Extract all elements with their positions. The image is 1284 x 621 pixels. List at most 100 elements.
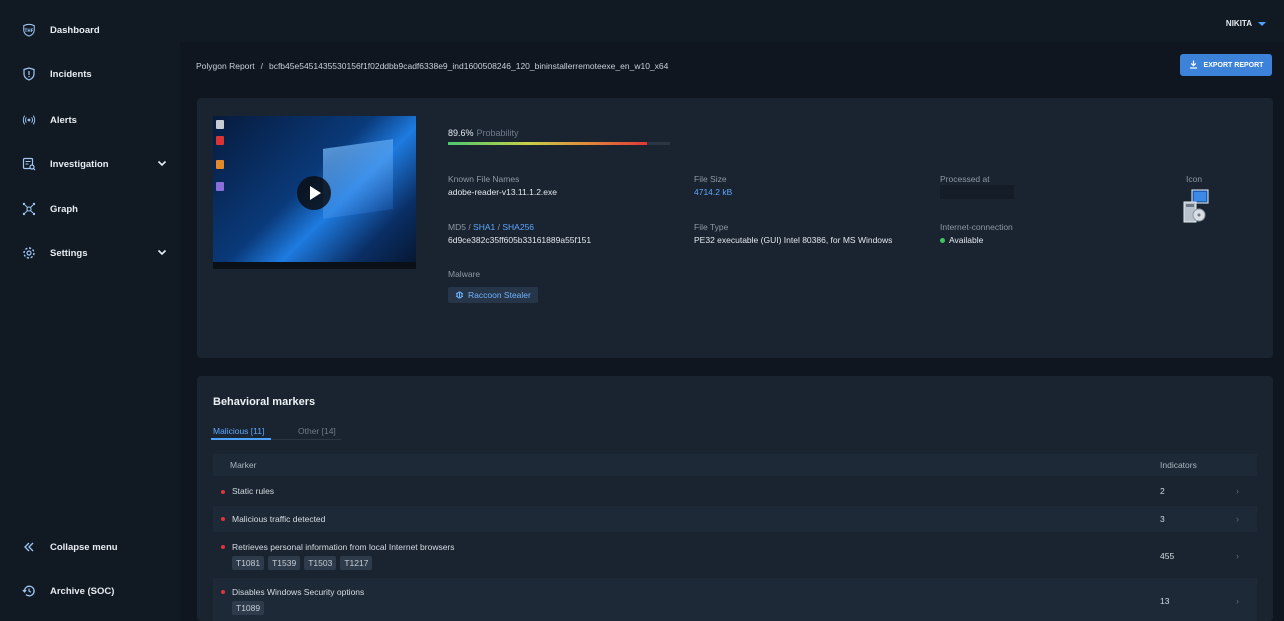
chevron-down-icon[interactable] [156,246,168,258]
technique-tag[interactable]: T1503 [304,556,337,570]
chevron-down-icon[interactable] [156,157,168,169]
archive-history-icon [22,584,36,598]
sidebar-item-label: Incidents [50,68,92,80]
marker-name: Malicious traffic detected [232,514,326,524]
file-type-value: PE32 executable (GUI) Intel 80386, for M… [694,235,893,245]
sha256-link[interactable]: SHA256 [502,222,534,232]
status-dot [940,238,945,244]
desktop-app-icon [216,136,224,145]
file-type-label: File Type [694,222,729,232]
caret-down-icon [1258,21,1266,26]
table-row[interactable]: Disables Windows Security options T1089 … [213,578,1257,621]
indicator-count: 13 [1160,596,1170,606]
sidebar-item-label: Dashboard [50,24,100,36]
processed-at-label: Processed at [940,174,990,184]
sidebar-item-graph[interactable]: Graph [0,192,180,226]
table-row[interactable]: Retrieves personal information from loca… [213,536,1257,574]
sidebar-item-archive[interactable]: Archive (SOC) [0,574,180,608]
graph-icon [22,202,36,216]
play-button[interactable] [297,176,331,210]
breadcrumb: Polygon Report / bcfb45e5451435530156f1f02… [196,61,668,71]
sidebar-item-label: Investigation [50,158,109,170]
severity-dot [221,590,225,594]
probability-readout: 89.6% Probability [448,128,519,138]
export-report-label: EXPORT REPORT [1203,61,1264,69]
chevron-right-icon: › [1236,596,1239,606]
probability-bar-fill [448,142,647,145]
sidebar-item-label: Settings [50,247,88,259]
marker-name: Retrieves personal information from loca… [232,542,455,552]
user-name: NIKITA [1225,19,1252,28]
probability-bar [448,142,670,145]
tab-other[interactable]: Other [14] [298,426,336,436]
severity-dot [221,490,225,494]
download-icon [1189,60,1198,71]
sidebar-item-incidents[interactable]: Incidents [0,57,180,91]
technique-tag[interactable]: T1081 [232,556,265,570]
gear-icon [22,246,36,260]
internet-connection-label: Internet-connection [940,222,1013,232]
broadcast-icon [22,113,36,127]
table-row[interactable]: Static rules 2 › [213,480,1257,504]
table-row[interactable]: Malicious traffic detected 3 › [213,506,1257,532]
probability-label: Probability [476,128,519,138]
severity-dot [221,545,225,549]
chevron-right-icon: › [1236,551,1239,561]
technique-tags: T1081 T1539 T1503 T1217 [232,556,373,570]
chevron-right-icon: › [1236,514,1239,524]
icon-label: Icon [1186,174,1203,184]
internet-connection-value: Available [940,235,983,245]
technique-tag[interactable]: T1217 [340,556,373,570]
tab-malicious[interactable]: Malicious [11] [213,426,264,436]
sidebar-item-settings[interactable]: Settings [0,236,180,270]
sidebar-item-dashboard[interactable]: THF Dashboard [0,13,180,47]
marker-name: Disables Windows Security options [232,587,365,597]
sha1-link[interactable]: SHA1 [473,222,495,232]
known-file-names-label: Known File Names [448,174,520,184]
windows-taskbar [213,262,416,269]
file-size-value[interactable]: 4714.2 kB [694,187,732,197]
file-size-label: File Size [694,174,727,184]
user-menu[interactable]: NIKITA [1226,19,1266,28]
collapse-menu-button[interactable]: Collapse menu [0,530,180,564]
hash-value: 6d9ce382c35ff605b33161889a55f151 [448,235,592,245]
technique-tag[interactable]: T1539 [268,556,301,570]
known-file-names-value: adobe-reader-v13.11.1.2.exe [448,187,558,197]
column-header-marker: Marker [230,460,257,470]
malware-tag-label: Raccoon Stealer [468,290,531,300]
malware-label: Malware [448,269,481,279]
chevron-right-icon: › [1236,486,1239,496]
sidebar-item-label: Alerts [50,114,77,126]
breadcrumb-root[interactable]: Polygon Report [196,61,255,71]
svg-text:THF: THF [25,28,34,33]
technique-tags: T1089 [232,601,265,615]
search-doc-icon [22,157,36,171]
analysis-video-player[interactable] [213,116,416,269]
technique-tag[interactable]: T1089 [232,601,265,615]
export-report-button[interactable]: EXPORT REPORT [1180,54,1272,76]
shield-alert-icon [22,67,36,81]
collapse-menu-label: Collapse menu [50,541,118,553]
sidebar-item-investigation[interactable]: Investigation [0,147,180,181]
malware-tag[interactable]: Raccoon Stealer [448,287,538,303]
table-header: Marker Indicators [213,454,1257,476]
desktop-app-icon [216,160,224,169]
play-icon [310,186,321,200]
hash-label: MD5 / SHA1 / SHA256 [448,222,534,232]
indicator-count: 2 [1160,486,1165,496]
section-title: Behavioral markers [213,396,316,408]
recycle-bin-icon [216,120,224,129]
sidebar-item-alerts[interactable]: Alerts [0,103,180,137]
active-tab-indicator [211,438,271,440]
processed-at-value-redacted [940,185,1014,199]
breadcrumb-separator: / [260,61,263,71]
desktop-app-icon [216,182,224,191]
behavioral-markers-panel: Behavioral markers Malicious [11] Other … [197,376,1273,621]
sidebar-item-label: Graph [50,203,78,215]
thf-logo-icon: THF [22,23,36,37]
bug-icon [455,290,464,301]
column-header-indicators: Indicators [1160,460,1197,470]
probability-value: 89.6% [448,128,474,138]
installer-app-icon [1182,188,1210,226]
internet-connection-status: Available [949,235,984,245]
